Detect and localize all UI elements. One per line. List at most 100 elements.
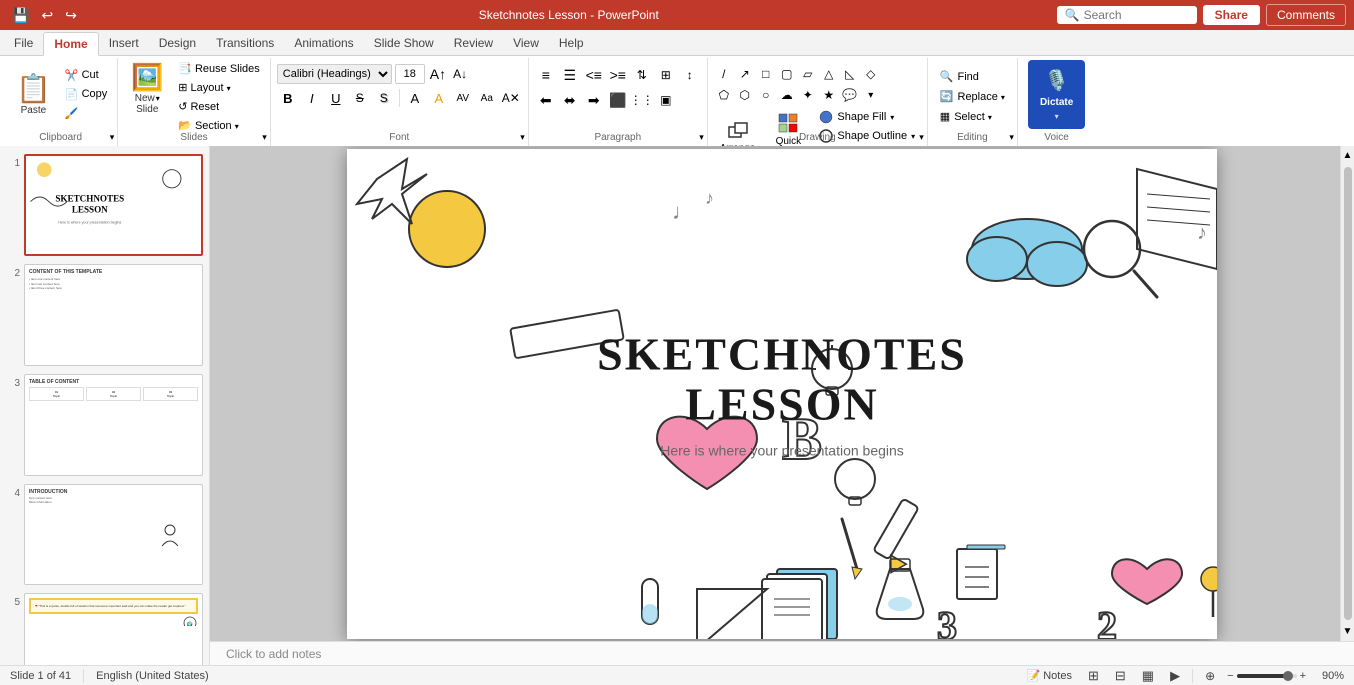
decrease-indent-button[interactable]: <≡ — [583, 64, 605, 86]
language-indicator[interactable]: English (United States) — [96, 670, 209, 682]
tab-view[interactable]: View — [503, 31, 549, 55]
zoom-fit-button[interactable]: ⊕ — [1201, 668, 1219, 684]
decrease-font-size-button[interactable]: A↓ — [451, 67, 469, 81]
shape-pentagon[interactable]: ⬠ — [714, 85, 734, 105]
tab-animations[interactable]: Animations — [284, 31, 363, 55]
columns-button[interactable]: ⋮⋮ — [631, 89, 653, 111]
shape-cloud[interactable]: ☁ — [777, 85, 797, 105]
save-icon[interactable]: 💾 — [8, 5, 33, 26]
vscroll-up-button[interactable]: ▲ — [1341, 148, 1354, 163]
share-button[interactable]: Share — [1203, 5, 1260, 25]
view-grid-button[interactable]: ⊟ — [1111, 667, 1130, 685]
tab-review[interactable]: Review — [444, 31, 503, 55]
font-size-input[interactable] — [395, 64, 425, 84]
slides-expand[interactable]: ▾ — [262, 132, 267, 143]
numbering-button[interactable]: ☰ — [559, 64, 581, 86]
strikethrough-button[interactable]: S — [349, 87, 371, 109]
line-spacing-button[interactable]: ↕ — [679, 64, 701, 86]
reuse-slides-button[interactable]: 📑Reuse Slides — [174, 60, 264, 77]
shape-rect[interactable]: □ — [756, 64, 776, 84]
highlight-color-button[interactable]: A — [428, 87, 450, 109]
change-case-button[interactable]: Aa — [476, 87, 498, 109]
tab-help[interactable]: Help — [549, 31, 594, 55]
align-left-button[interactable]: ⬅ — [535, 89, 557, 111]
slide-thumb-2[interactable]: CONTENT OF THIS TEMPLATE • Item one cont… — [24, 264, 203, 366]
slideshow-view-button[interactable]: ▶ — [1166, 667, 1184, 685]
text-direction-button[interactable]: ⇅ — [631, 64, 653, 86]
shape-hexagon[interactable]: ⬡ — [735, 85, 755, 105]
font-color-button[interactable]: A — [404, 87, 426, 109]
shape-star5[interactable]: ★ — [819, 85, 839, 105]
align-center-button[interactable]: ⬌ — [559, 89, 581, 111]
notes-placeholder[interactable]: Click to add notes — [226, 647, 321, 661]
zoom-level[interactable]: 90% — [1314, 670, 1344, 682]
clear-formatting-button[interactable]: A✕ — [500, 87, 522, 109]
slide-item-1[interactable]: 1 SKETCHNOTES LESSON Here is where your … — [4, 152, 205, 258]
shape-rtriangle[interactable]: ◺ — [840, 64, 860, 84]
redo-icon[interactable]: ↪ — [61, 5, 81, 26]
shape-arrow[interactable]: ↗ — [735, 64, 755, 84]
shape-parallelogram[interactable]: ▱ — [798, 64, 818, 84]
slide-canvas[interactable]: D — [347, 149, 1217, 639]
tab-design[interactable]: Design — [149, 31, 206, 55]
clipboard-expand[interactable]: ▾ — [110, 132, 115, 143]
slide-thumb-4[interactable]: INTRODUCTION Text content here More info… — [24, 484, 203, 586]
italic-button[interactable]: I — [301, 87, 323, 109]
layout-button[interactable]: ⊞Layout ▾ — [174, 79, 264, 96]
increase-indent-button[interactable]: >≡ — [607, 64, 629, 86]
editing-expand[interactable]: ▾ — [1009, 132, 1014, 143]
zoom-slider[interactable]: − + — [1227, 670, 1306, 682]
slide-thumb-5[interactable]: ❤ "This is a quote, double full of wisdo… — [24, 593, 203, 665]
undo-icon[interactable]: ↩ — [37, 5, 57, 26]
vscroll-thumb[interactable] — [1344, 167, 1352, 620]
replace-button[interactable]: 🔄Replace ▾ — [934, 88, 1011, 105]
shape-triangle[interactable]: △ — [819, 64, 839, 84]
comments-button[interactable]: Comments — [1266, 4, 1346, 26]
shapes-more-button[interactable]: ▾ — [861, 85, 881, 105]
view-normal-button[interactable]: ⊞ — [1084, 667, 1103, 685]
text-box-button[interactable]: ▣ — [655, 89, 677, 111]
paste-button[interactable]: 📋 Paste — [10, 60, 57, 128]
new-slide-button[interactable]: 🖼️ New ▾ Slide — [124, 60, 170, 117]
copy-button[interactable]: 📄Copy — [61, 86, 111, 103]
paragraph-expand[interactable]: ▾ — [699, 132, 704, 143]
slide-item-3[interactable]: 3 TABLE OF CONTENT 01Topic 02Topic 03Top… — [4, 372, 205, 478]
search-input[interactable] — [1084, 8, 1174, 22]
increase-font-size-button[interactable]: A↑ — [428, 66, 448, 82]
select-button[interactable]: ▦Select ▾ — [934, 108, 1011, 125]
align-right-button[interactable]: ➡ — [583, 89, 605, 111]
font-expand[interactable]: ▾ — [520, 132, 525, 143]
dictate-button[interactable]: 🎙️ Dictate ▾ — [1028, 60, 1085, 129]
shape-ellipse[interactable]: ○ — [756, 85, 776, 105]
vscroll-down-button[interactable]: ▼ — [1341, 624, 1354, 639]
reset-button[interactable]: ↺Reset — [174, 98, 264, 115]
find-button[interactable]: 🔍Find — [934, 68, 1011, 85]
convert-smartart-button[interactable]: ⊞ — [655, 64, 677, 86]
text-shadow-button[interactable]: S — [373, 87, 395, 109]
bold-button[interactable]: B — [277, 87, 299, 109]
slide-thumb-3[interactable]: TABLE OF CONTENT 01Topic 02Topic 03Topic — [24, 374, 203, 476]
slide-thumb-1[interactable]: SKETCHNOTES LESSON Here is where your pr… — [24, 154, 203, 256]
shape-rounded-rect[interactable]: ▢ — [777, 64, 797, 84]
tab-slideshow[interactable]: Slide Show — [364, 31, 444, 55]
tab-home[interactable]: Home — [43, 32, 98, 56]
tab-insert[interactable]: Insert — [99, 31, 149, 55]
bullets-button[interactable]: ≡ — [535, 64, 557, 86]
shape-fill-button[interactable]: Shape Fill ▾ — [815, 108, 919, 126]
view-reading-button[interactable]: ▦ — [1138, 667, 1158, 685]
slide-item-2[interactable]: 2 CONTENT OF THIS TEMPLATE • Item one co… — [4, 262, 205, 368]
format-painter-button[interactable]: 🖌️ — [61, 105, 111, 122]
font-name-select[interactable]: Calibri (Headings) — [277, 64, 392, 84]
slide-item-5[interactable]: 5 ❤ "This is a quote, double full of wis… — [4, 591, 205, 665]
search-area[interactable]: 🔍 — [1057, 6, 1197, 24]
shape-star4[interactable]: ✦ — [798, 85, 818, 105]
notes-button[interactable]: 📝 Notes — [1023, 668, 1076, 683]
justify-button[interactable]: ⬛ — [607, 89, 629, 111]
underline-button[interactable]: U — [325, 87, 347, 109]
canvas-vscroll[interactable]: ▲ ▼ — [1340, 146, 1354, 641]
cut-button[interactable]: ✂️Cut — [61, 67, 111, 84]
shape-callout[interactable]: 💬 — [840, 85, 860, 105]
tab-transitions[interactable]: Transitions — [206, 31, 284, 55]
slide-item-4[interactable]: 4 INTRODUCTION Text content here More in… — [4, 482, 205, 588]
drawing-expand[interactable]: ▾ — [919, 132, 924, 143]
